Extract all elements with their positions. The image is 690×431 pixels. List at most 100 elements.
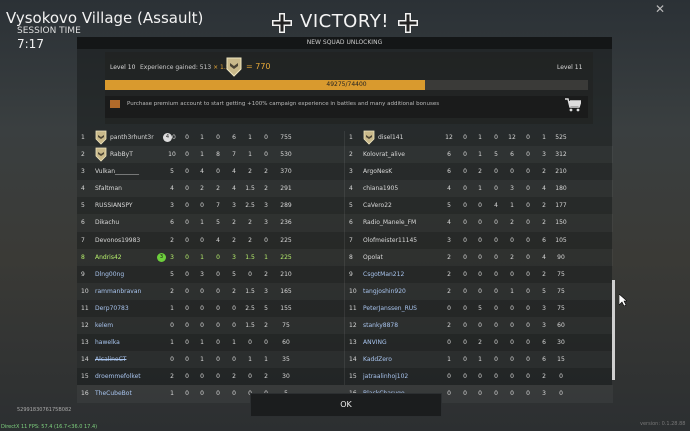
table-row[interactable]: 11 Derp70783 1 0 0 0 0 2.5 5 155 (77, 300, 345, 317)
table-row[interactable]: 2 RabByT 10 0 1 8 7 1 0 530 (77, 146, 345, 164)
table-row[interactable]: 12 kelem 0 0 0 0 0 1.5 2 75 (77, 317, 345, 335)
rank-insignia-icon (95, 147, 107, 162)
stat-cell: 1 (170, 304, 174, 312)
stat-cell: 6 (542, 356, 546, 364)
table-row[interactable]: 5 CaVero22 5 0 0 4 1 0 2 177 (345, 197, 613, 214)
stat-cell: 2 (542, 219, 546, 227)
player-name[interactable]: RabByT (110, 146, 133, 163)
table-row[interactable]: 13 hawelka 1 0 1 0 1 0 0 60 (77, 334, 345, 351)
shopping-cart-icon[interactable] (565, 98, 581, 112)
stat-cell: 0 (494, 304, 498, 312)
table-row[interactable]: 4 Sfaltman 4 0 2 2 4 1.5 2 291 (77, 180, 345, 198)
table-row[interactable]: 7 Olofmeister11145 3 0 0 0 0 0 6 105 (345, 232, 613, 249)
player-name[interactable]: jatraalinhoj102 (363, 368, 408, 385)
table-row[interactable]: 14 AlcalineCT 0 0 1 0 0 1 1 35 (77, 351, 345, 369)
player-rank: 1 (81, 134, 85, 141)
player-name[interactable]: Derp70783 (95, 300, 129, 317)
stat-cell: 0 (463, 339, 467, 347)
table-row[interactable]: 5 RUSSIANSPY 3 0 0 7 3 2.5 3 289 (77, 197, 345, 214)
player-name[interactable]: Opolat (363, 249, 383, 266)
player-name[interactable]: Andris42 (95, 249, 122, 266)
player-name[interactable]: Devonos19983 (95, 232, 140, 249)
player-rank: 6 (349, 219, 353, 227)
player-name[interactable]: Vulkan________ (95, 163, 139, 180)
player-name[interactable]: Radio_Manele_FM (363, 214, 416, 231)
player-name[interactable]: Sfaltman (95, 180, 122, 197)
table-row[interactable]: 15 jatraalinhoj102 0 0 0 0 0 0 2 0 (345, 368, 613, 385)
table-row[interactable]: 1 panth3rhunt3r 4 20 0 1 0 6 1 0 755 (77, 129, 345, 146)
player-rank: 9 (349, 270, 353, 278)
player-name[interactable]: stanky8878 (363, 317, 398, 334)
stat-cell: 0 (463, 287, 467, 295)
player-name[interactable]: chiana1905 (363, 180, 398, 197)
table-row[interactable]: 11 PeterJanssen_RUS 0 0 5 0 0 0 3 75 (345, 300, 613, 317)
player-name[interactable]: Olofmeister11145 (363, 232, 417, 249)
table-row[interactable]: 8 Andris42 3 3 0 1 0 3 1.5 1 225 (77, 248, 345, 266)
table-row[interactable]: 7 Devonos19983 2 0 0 4 2 2 0 225 (77, 232, 345, 249)
table-row[interactable]: 13 ANVING 0 0 2 0 0 0 6 30 (345, 334, 613, 351)
table-row[interactable]: 4 chiana1905 4 0 1 0 3 0 4 180 (345, 180, 613, 198)
stat-cell: 0 (264, 134, 268, 141)
player-name[interactable]: CsgotMan212 (363, 266, 404, 283)
player-rank: 3 (349, 168, 353, 176)
player-name[interactable]: rammanbravan (95, 283, 141, 300)
player-name[interactable]: RUSSIANSPY (95, 197, 133, 214)
player-name[interactable]: Dlng00ng (95, 266, 124, 283)
player-name[interactable]: AlcalineCT (95, 351, 126, 368)
player-rank: 11 (81, 304, 89, 312)
player-name[interactable]: disel141 (378, 129, 403, 146)
stat-cell: 0 (463, 236, 467, 244)
player-name[interactable]: ANVING (363, 334, 387, 351)
player-name[interactable]: panth3rhunt3r (110, 129, 154, 146)
player-name[interactable]: PeterJanssen_RUS (363, 300, 417, 317)
player-name[interactable]: Dikachu (95, 214, 119, 231)
stat-cell: 3 (264, 219, 268, 227)
table-row[interactable]: 3 Vulkan________ 5 0 4 0 4 2 2 370 (77, 163, 345, 180)
table-row[interactable]: 14 KaddZero 1 0 1 0 0 0 6 15 (345, 351, 613, 369)
stat-cell: 3 (447, 236, 451, 244)
close-icon[interactable]: ✕ (653, 2, 667, 16)
table-row[interactable]: 15 droemmefolket 2 0 0 0 2 0 2 30 (77, 368, 345, 385)
table-row[interactable]: 10 tangjoshin920 2 0 0 0 1 0 5 75 (345, 282, 613, 300)
player-name[interactable]: KaddZero (363, 351, 392, 368)
player-name[interactable]: hawelka (95, 334, 120, 351)
table-row[interactable]: 2 Kolovrat_alive 6 0 1 5 6 0 3 312 (345, 146, 613, 164)
stat-cell: 0 (510, 270, 514, 278)
table-row[interactable]: 6 Radio_Manele_FM 4 0 0 0 2 0 2 150 (345, 214, 613, 232)
stat-cell: 0 (185, 304, 189, 312)
stat-cell: 1.5 (245, 185, 255, 193)
stat-cell: 0 (447, 390, 451, 398)
stat-cell: 0 (216, 390, 220, 398)
stat-cell: 0 (494, 373, 498, 381)
player-name[interactable]: kelem (95, 317, 113, 334)
stat-cell: 1 (200, 253, 204, 261)
stat-cell: 3 (264, 202, 268, 210)
player-name[interactable]: Kolovrat_alive (363, 146, 405, 163)
table-row[interactable]: 12 stanky8878 2 0 0 0 0 0 3 60 (345, 317, 613, 335)
player-name[interactable]: ArgoNesK (363, 163, 392, 180)
player-name[interactable]: droemmefolket (95, 368, 141, 385)
table-row[interactable]: 9 CsgotMan212 2 0 0 0 0 0 2 75 (345, 266, 613, 283)
stat-cell: 0 (248, 339, 252, 347)
table-row[interactable]: 6 Dikachu 6 0 1 5 2 2 3 236 (77, 214, 345, 232)
table-row[interactable]: 1 disel141 12 0 1 0 12 0 1 525 (345, 129, 613, 146)
stat-cell: 0 (510, 304, 514, 312)
stat-cell: 1 (248, 134, 252, 141)
table-row[interactable]: 9 Dlng00ng 5 0 3 0 5 0 2 210 (77, 266, 345, 283)
table-row[interactable]: 8 Opolat 2 0 0 0 2 0 4 90 (345, 248, 613, 266)
stat-cell: 0 (463, 270, 467, 278)
stat-cell: 3 (542, 322, 546, 330)
player-name[interactable]: tangjoshin920 (363, 283, 406, 300)
stat-cell: 6 (510, 151, 514, 159)
table-row[interactable]: 10 rammanbravan 2 0 0 0 2 1.5 3 165 (77, 282, 345, 300)
ok-button[interactable]: OK (250, 393, 442, 417)
stat-cell: 0 (510, 322, 514, 330)
scrollbar[interactable] (612, 280, 615, 380)
progress-text: 49275/74400 (326, 81, 367, 88)
table-row[interactable]: 3 ArgoNesK 6 0 2 0 0 0 2 210 (345, 163, 613, 180)
premium-promo[interactable] (105, 96, 588, 118)
player-name[interactable]: TheCubeBot (95, 385, 132, 402)
stat-cell: 0 (447, 373, 451, 381)
player-name[interactable]: CaVero22 (363, 197, 392, 214)
stat-cell: 0 (510, 339, 514, 347)
